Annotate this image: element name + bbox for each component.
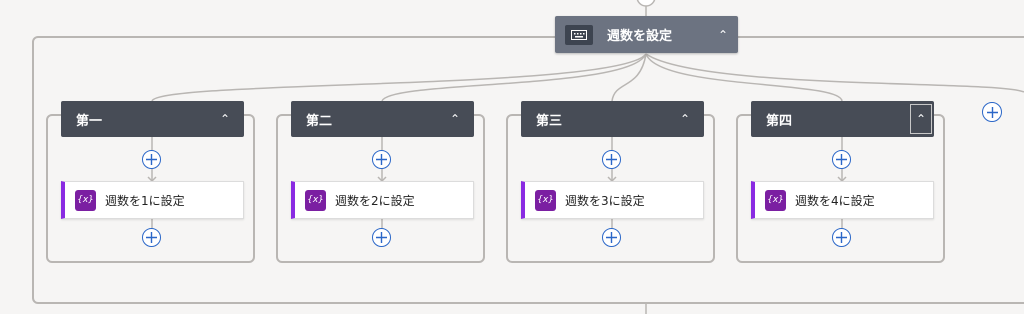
- set-variable-action-2[interactable]: {x} 週数を2に設定: [291, 181, 474, 219]
- flow-canvas: 週数を設定 ⌃ 第一 ⌃ {x} 週数を1に設定 第二 ⌃ {x} 週数を2に設…: [0, 0, 1024, 314]
- plus-icon: [376, 154, 387, 165]
- set-variable-action-1[interactable]: {x} 週数を1に設定: [61, 181, 244, 219]
- keyboard-icon: [565, 24, 593, 45]
- case-label: 第四: [766, 113, 793, 129]
- chevron-up-icon[interactable]: ⌃: [444, 104, 466, 134]
- add-action-button[interactable]: [602, 150, 621, 169]
- action-title: 週数を2に設定: [335, 193, 415, 208]
- add-action-button[interactable]: [142, 228, 161, 247]
- add-action-button[interactable]: [832, 228, 851, 247]
- case-label: 第三: [536, 113, 563, 129]
- variable-icon: {x}: [535, 189, 556, 211]
- variable-icon: {x}: [305, 189, 326, 211]
- case-header-1[interactable]: 第一 ⌃: [61, 101, 244, 137]
- set-variable-action-3[interactable]: {x} 週数を3に設定: [521, 181, 704, 219]
- case-header-4[interactable]: 第四 ⌃: [751, 101, 934, 137]
- plus-icon: [146, 232, 157, 243]
- add-action-button[interactable]: [832, 150, 851, 169]
- chevron-up-icon[interactable]: ⌃: [910, 104, 932, 134]
- case-header-2[interactable]: 第二 ⌃: [291, 101, 474, 137]
- switch-action-header[interactable]: 週数を設定 ⌃: [555, 16, 738, 53]
- add-action-button[interactable]: [372, 228, 391, 247]
- switch-title: 週数を設定: [607, 29, 673, 44]
- variable-icon: {x}: [765, 189, 786, 211]
- add-action-button[interactable]: [602, 228, 621, 247]
- action-title: 週数を3に設定: [565, 193, 645, 208]
- plus-icon: [836, 154, 847, 165]
- case-label: 第一: [76, 113, 103, 129]
- add-action-button[interactable]: [142, 150, 161, 169]
- chevron-up-icon[interactable]: ⌃: [718, 28, 728, 42]
- case-label: 第二: [306, 113, 333, 129]
- plus-icon: [606, 232, 617, 243]
- add-action-button[interactable]: [372, 150, 391, 169]
- action-title: 週数を1に設定: [105, 193, 185, 208]
- case-header-3[interactable]: 第三 ⌃: [521, 101, 704, 137]
- chevron-up-icon[interactable]: ⌃: [214, 104, 236, 134]
- set-variable-action-4[interactable]: {x} 週数を4に設定: [751, 181, 934, 219]
- chevron-up-icon[interactable]: ⌃: [674, 104, 696, 134]
- variable-icon: {x}: [75, 189, 96, 211]
- plus-icon: [836, 232, 847, 243]
- plus-icon: [986, 106, 998, 118]
- plus-icon: [376, 232, 387, 243]
- add-case-button[interactable]: [982, 102, 1002, 122]
- plus-icon: [146, 154, 157, 165]
- plus-icon: [606, 154, 617, 165]
- action-title: 週数を4に設定: [795, 193, 875, 208]
